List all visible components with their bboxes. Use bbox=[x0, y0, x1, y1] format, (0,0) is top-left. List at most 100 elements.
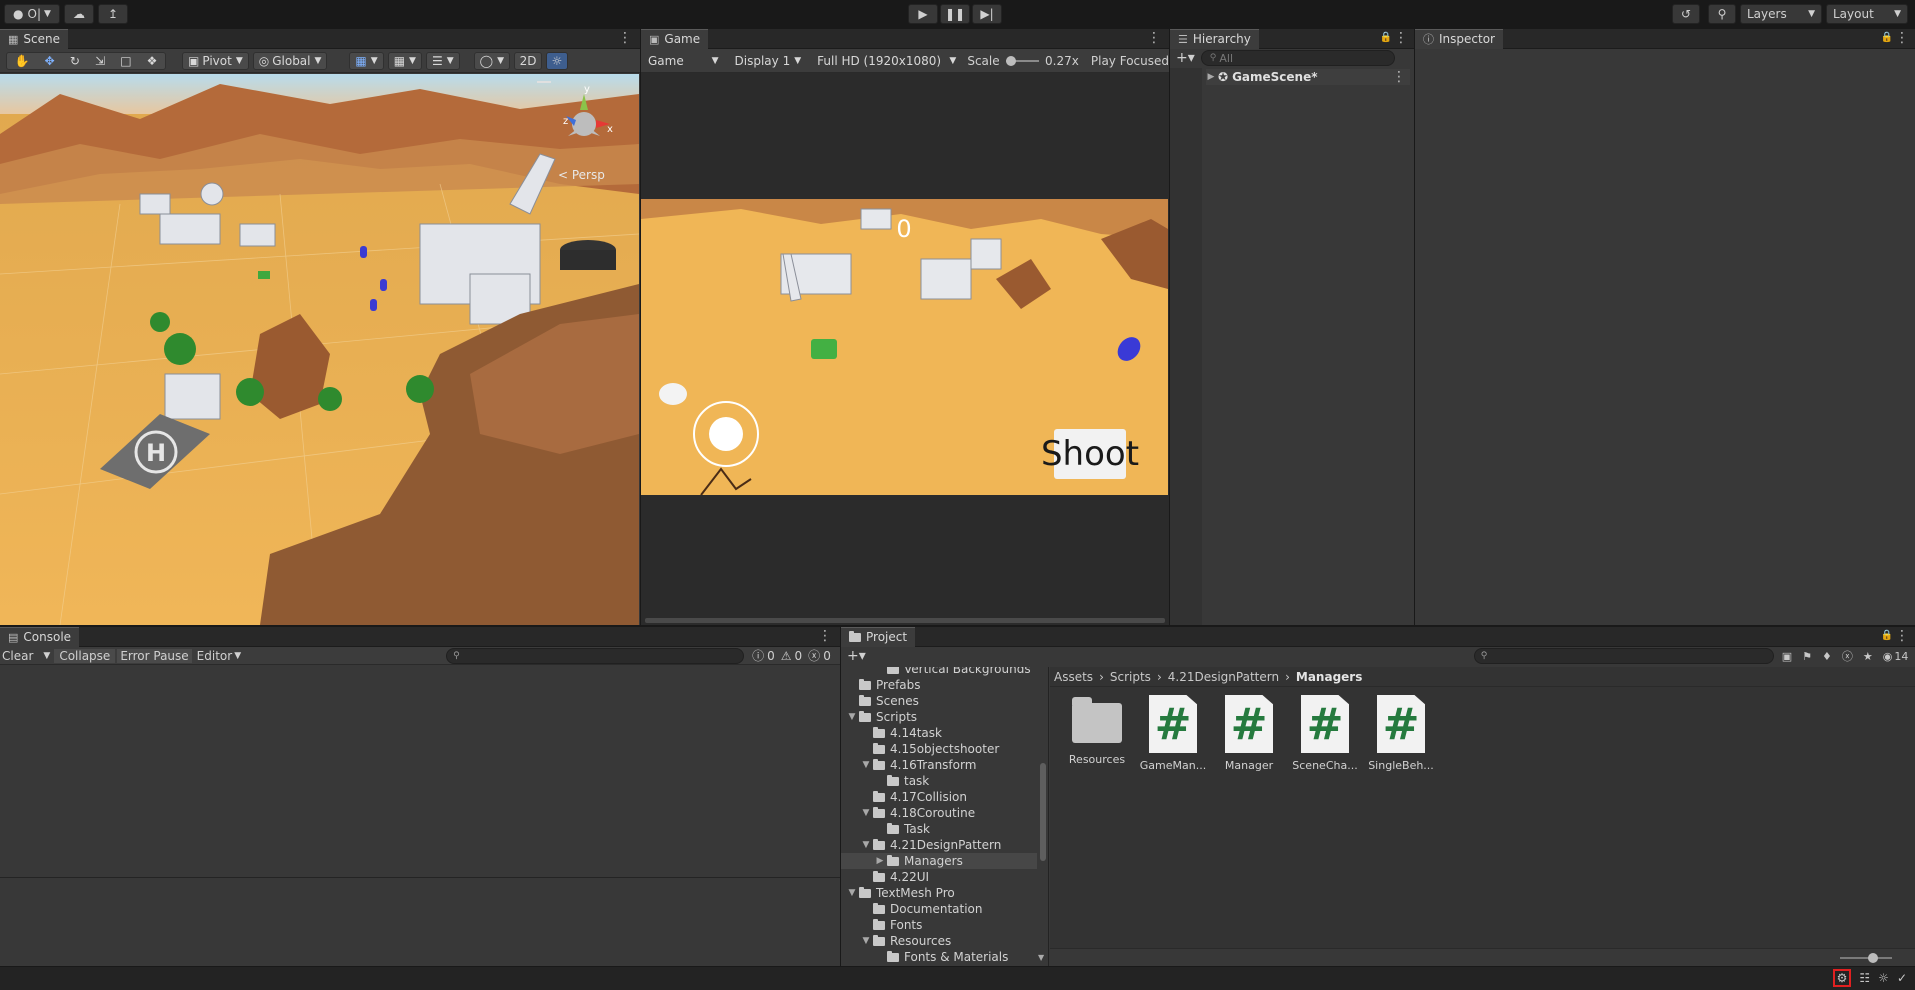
collapse-arrow-icon[interactable]: ▼ bbox=[861, 936, 871, 946]
scene-viewport[interactable]: H y x z < Persp bbox=[0, 74, 639, 625]
project-search-input[interactable]: ⚲ bbox=[1473, 648, 1774, 664]
expand-arrow-icon[interactable]: ▶ bbox=[875, 856, 885, 866]
draw-mode-dropdown[interactable]: ◯ ▼ bbox=[473, 51, 510, 70]
step-button[interactable]: ▶| bbox=[972, 4, 1002, 24]
search-button[interactable]: ⚲ bbox=[1708, 4, 1736, 24]
tree-folder-item[interactable]: 4.14task bbox=[861, 725, 1033, 741]
tree-folder-item[interactable]: ▼ 4.18Coroutine bbox=[861, 805, 1033, 821]
scene-menu-button[interactable]: ⋮ bbox=[618, 31, 632, 45]
console-search-input[interactable]: ⚲ bbox=[446, 647, 745, 664]
scene-root-item[interactable]: ▶ ✪ GameScene* ⋮ bbox=[1206, 69, 1410, 85]
rotate-tool-icon[interactable]: ↻ bbox=[70, 54, 80, 68]
mode-2d-toggle[interactable]: 2D bbox=[514, 51, 542, 70]
tab-scene[interactable]: ▦ Scene bbox=[0, 28, 68, 49]
asset-script[interactable]: # GameMan... bbox=[1138, 695, 1208, 772]
align-dropdown[interactable]: ☰ ▼ bbox=[425, 51, 460, 70]
play-focused-dropdown[interactable]: Play Focused bbox=[1091, 54, 1169, 68]
layers-dropdown[interactable]: Layers ▼ bbox=[1740, 4, 1822, 24]
tree-folder-item[interactable]: ▼ TextMesh Pro bbox=[847, 885, 1033, 901]
play-button[interactable]: ▶ bbox=[908, 4, 938, 24]
hand-tool-icon[interactable]: ✋ bbox=[15, 54, 30, 68]
error-pause-toggle[interactable]: Error Pause bbox=[117, 648, 192, 663]
cache-server-icon[interactable]: ☷ bbox=[1859, 971, 1870, 985]
scroll-down-icon[interactable]: ▼ bbox=[1038, 953, 1044, 962]
collab-button[interactable]: ↥ bbox=[98, 4, 128, 24]
auto-generate-lighting-icon[interactable]: ☼ bbox=[1878, 971, 1889, 985]
collapse-arrow-icon[interactable]: ▼ bbox=[861, 840, 871, 850]
tree-folder-item[interactable]: ▼ Resources bbox=[861, 933, 1033, 949]
cloud-button[interactable]: ☁ bbox=[64, 4, 94, 24]
asset-script[interactable]: # SingleBeh... bbox=[1366, 695, 1436, 772]
tree-folder-item[interactable]: ▶ Managers bbox=[841, 853, 1037, 869]
scale-slider-thumb[interactable] bbox=[1005, 55, 1016, 66]
editor-dropdown[interactable]: Editor ▼ bbox=[194, 649, 244, 663]
console-menu-button[interactable]: ⋮ bbox=[818, 629, 832, 643]
asset-script[interactable]: # SceneCha... bbox=[1290, 695, 1360, 772]
breadcrumb-item[interactable]: 4.21DesignPattern bbox=[1168, 670, 1279, 684]
tab-inspector[interactable]: ⓘ Inspector bbox=[1415, 28, 1503, 49]
snap-increment-dropdown[interactable]: ▦ ▼ bbox=[387, 51, 422, 70]
lock-icon[interactable]: 🔒 bbox=[1881, 630, 1893, 641]
asset-size-slider[interactable] bbox=[1840, 953, 1892, 963]
tree-folder-item[interactable]: 4.22UI bbox=[861, 869, 1033, 885]
grid-snap-dropdown[interactable]: ▦ ▼ bbox=[349, 51, 384, 70]
scale-tool-icon[interactable]: ⇲ bbox=[95, 54, 105, 68]
hidden-packages-toggle[interactable]: ◉ 14 bbox=[1883, 650, 1909, 663]
game-viewport[interactable]: 0 Shoot bbox=[641, 199, 1168, 495]
asset-folder[interactable]: Resources bbox=[1062, 695, 1132, 766]
tree-folder-item[interactable]: Scenes bbox=[847, 693, 1033, 709]
tab-hierarchy[interactable]: ☰ Hierarchy bbox=[1170, 28, 1259, 49]
collapse-arrow-icon[interactable]: ▼ bbox=[847, 888, 857, 898]
game-scrollbar[interactable] bbox=[645, 618, 1165, 623]
tab-game[interactable]: ▣ Game bbox=[641, 28, 709, 49]
search-by-type-icon[interactable]: ▣ bbox=[1782, 650, 1792, 663]
breadcrumb-item[interactable]: Managers bbox=[1296, 670, 1362, 684]
tree-folder-item[interactable]: Task bbox=[875, 821, 1033, 837]
move-tool-icon[interactable]: ✥ bbox=[45, 54, 55, 68]
account-dropdown[interactable]: ● O| ▼ bbox=[4, 4, 60, 24]
resolution-select[interactable]: Full HD (1920x1080) ▼ bbox=[812, 51, 962, 70]
expand-arrow-icon[interactable]: ▶ bbox=[1206, 72, 1216, 82]
collapse-arrow-icon[interactable]: ▼ bbox=[847, 712, 857, 722]
tab-project[interactable]: Project bbox=[841, 626, 916, 647]
collapse-arrow-icon[interactable]: ▼ bbox=[861, 760, 871, 770]
tree-folder-item[interactable]: Vertical Backgrounds bbox=[875, 667, 1033, 677]
pivot-dropdown[interactable]: ▣ Pivot ▼ bbox=[182, 51, 249, 70]
view-select[interactable]: Game ▼ bbox=[643, 51, 724, 70]
progress-check-icon[interactable]: ✓ bbox=[1897, 971, 1907, 985]
create-asset-button[interactable]: +▾ bbox=[847, 648, 866, 664]
warning-filter-toggle[interactable]: ⚠ 0 bbox=[781, 649, 802, 663]
shoot-button[interactable]: Shoot bbox=[1041, 429, 1139, 479]
breadcrumb-item[interactable]: Scripts bbox=[1110, 670, 1151, 684]
history-button[interactable]: ↺ bbox=[1672, 4, 1700, 24]
tree-folder-item[interactable]: Prefabs bbox=[847, 677, 1033, 693]
lock-icon[interactable]: 🔒 bbox=[1380, 32, 1392, 43]
hierarchy-menu-button[interactable]: ⋮ bbox=[1394, 31, 1408, 45]
layout-dropdown[interactable]: Layout ▼ bbox=[1826, 4, 1908, 24]
clear-dropdown[interactable]: Clear ▼ bbox=[0, 649, 52, 663]
alert-icon[interactable]: ⓧ bbox=[1842, 648, 1853, 664]
lock-icon[interactable]: 🔒 bbox=[1881, 32, 1893, 43]
tab-console[interactable]: ▤ Console bbox=[0, 626, 80, 647]
transform-tool-icon[interactable]: ❖ bbox=[147, 54, 158, 68]
tag-icon[interactable]: ♦ bbox=[1822, 650, 1832, 663]
persp-label[interactable]: < Persp bbox=[558, 168, 605, 182]
asset-size-thumb[interactable] bbox=[1868, 953, 1878, 963]
add-object-button[interactable]: +▾ bbox=[1176, 50, 1195, 66]
error-filter-toggle[interactable]: ⓧ 0 bbox=[808, 647, 831, 664]
collapse-arrow-icon[interactable]: ▼ bbox=[861, 808, 871, 818]
tree-folder-item[interactable]: Documentation bbox=[861, 901, 1033, 917]
project-menu-button[interactable]: ⋮ bbox=[1895, 629, 1909, 643]
tree-folder-item[interactable]: Fonts bbox=[861, 917, 1033, 933]
hierarchy-search-input[interactable]: ⚲ All bbox=[1200, 50, 1395, 66]
tree-folder-item[interactable]: task bbox=[875, 773, 1033, 789]
project-folder-tree[interactable]: Vertical Backgrounds Prefabs Scenes ▼ Script… bbox=[841, 667, 1049, 966]
tree-folder-item[interactable]: ▼ 4.16Transform bbox=[861, 757, 1033, 773]
tree-folder-item[interactable]: ▼ 4.21DesignPattern bbox=[861, 837, 1033, 853]
debug-mode-icon[interactable]: ⚙ bbox=[1832, 969, 1852, 987]
collapse-toggle[interactable]: Collapse bbox=[54, 648, 116, 663]
tree-folder-item[interactable]: 4.15objectshooter bbox=[861, 741, 1033, 757]
console-log-list[interactable] bbox=[0, 667, 840, 877]
display-select[interactable]: Display 1 ▼ bbox=[729, 51, 807, 70]
game-menu-button[interactable]: ⋮ bbox=[1147, 31, 1161, 45]
